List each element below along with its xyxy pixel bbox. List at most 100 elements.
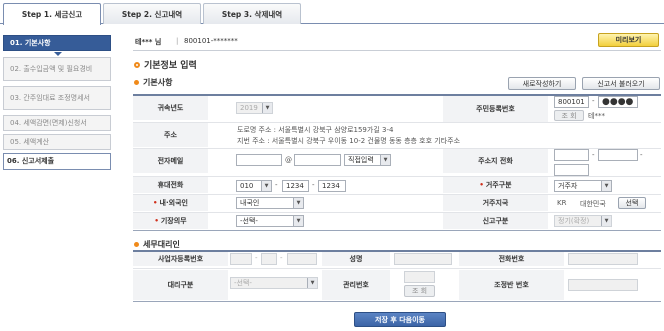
bookkeeping-select[interactable]: -선택- ▼ [236, 215, 304, 227]
country-select-button[interactable]: 선택 [618, 197, 646, 209]
chevron-down-icon: ▼ [293, 198, 303, 208]
home-phone-1-input[interactable] [554, 149, 589, 161]
agent-section-text: 세무대리인 [143, 240, 180, 249]
section-bottom-line [133, 301, 661, 302]
rrn-front-value: 800101 [558, 98, 585, 106]
chevron-down-icon: ▼ [601, 216, 611, 226]
tab-step1[interactable]: Step 1. 세금신고 [3, 3, 101, 25]
agent-type-select[interactable]: -선택- ▼ [230, 277, 318, 289]
basic-section-title: 기본사항 [134, 77, 172, 88]
row-divider [133, 268, 661, 269]
report-type-select[interactable]: 정기(확정) ▼ [554, 215, 612, 227]
tab-step2[interactable]: Step 2. 신고내역 [103, 3, 201, 24]
tab-bar: Step 1. 세금신고 Step 2. 신고내역 Step 3. 삭제내역 [0, 0, 664, 25]
country-select-label: 선택 [625, 199, 639, 207]
tab-step3[interactable]: Step 3. 삭제내역 [203, 3, 301, 24]
home-phone-dash: - [592, 151, 595, 159]
agent-name-label: 성명 [322, 252, 390, 266]
required-marker: • [153, 199, 158, 207]
home-phone-2-input[interactable] [598, 149, 638, 161]
agent-mgmt-input[interactable] [404, 271, 435, 283]
chevron-down-icon: ▼ [293, 216, 303, 226]
mobile-middle-input[interactable]: 1234 [282, 180, 309, 192]
mobile-last-value: 1234 [322, 182, 340, 190]
residence-label: • 거주구분 [443, 177, 548, 193]
agent-bizno-3-input[interactable] [287, 253, 317, 265]
home-phone-3-input[interactable] [554, 164, 589, 176]
agent-mgmt-lookup-button[interactable]: 조 회 [404, 285, 435, 297]
chevron-down-icon: ▼ [380, 155, 390, 165]
country-label: 거주지국 [443, 195, 548, 211]
load-return-button[interactable]: 신고서 불러오기 [582, 77, 660, 90]
rrn-front-input[interactable]: 800101 [554, 96, 589, 108]
address-label: 주소 [133, 123, 208, 147]
agent-bizno-label: 사업자등록번호 [133, 252, 228, 266]
mobile-prefix-select[interactable]: 010 ▼ [236, 180, 272, 192]
nationality-select[interactable]: 내국인 ▼ [236, 197, 304, 209]
new-write-button[interactable]: 새로작성하기 [508, 77, 576, 90]
row-divider [133, 122, 661, 123]
user-id: 800101-******* [184, 37, 238, 45]
user-name: 테*** 님 [135, 38, 162, 46]
email-domain-input[interactable] [294, 154, 341, 166]
sidebar-item-basic[interactable]: 01. 기본사항 [3, 35, 111, 51]
load-return-label: 신고서 불러오기 [597, 79, 645, 88]
save-next-button[interactable]: 저장 후 다음이동 [354, 312, 446, 327]
agent-bizno-1-input[interactable] [230, 253, 252, 265]
mobile-dash: - [312, 181, 315, 189]
email-domain-select[interactable]: 직접입력 ▼ [344, 154, 391, 166]
email-domain-value: 직접입력 [348, 156, 374, 164]
basic-section-text: 기본사항 [143, 78, 173, 87]
agent-adj-input[interactable] [568, 279, 638, 291]
agent-bizno-dash: - [255, 254, 258, 262]
title-bullet-icon [134, 61, 140, 68]
header-divider: | [176, 37, 179, 45]
page-title-text: 기본정보 입력 [144, 61, 197, 71]
rrn-name: 테*** [588, 112, 605, 120]
chevron-down-icon: ▼ [307, 278, 317, 288]
preview-button[interactable]: 미리보기 [598, 33, 659, 47]
sidebar-item-reduction[interactable]: 04. 세액감면(면제)신청서 [3, 115, 111, 131]
rrn-back-input[interactable]: ●●●● [598, 96, 638, 108]
chevron-down-icon: ▼ [262, 103, 272, 113]
email-at: @ [285, 156, 292, 164]
section-bullet-icon [134, 242, 139, 247]
agent-phone-input[interactable] [568, 253, 638, 265]
sidebar-item-rent[interactable]: 03. 간주임대료 조정명세서 [3, 86, 111, 110]
rrn-label: 주민등록번호 [443, 96, 548, 122]
bookkeeping-label-text: 기장의무 [160, 217, 187, 225]
rrn-dash: - [592, 97, 595, 105]
agent-bizno-2-input[interactable] [261, 253, 277, 265]
email-label: 전자메일 [133, 149, 208, 173]
agent-phone-label: 전화번호 [459, 252, 564, 266]
sidebar-item-tax[interactable]: 05. 세액계산 [3, 134, 111, 150]
agent-mgmt-lookup-label: 조 회 [411, 287, 428, 295]
nationality-label-text: 내·외국인 [159, 199, 188, 207]
report-type-label: 신고구분 [443, 213, 548, 229]
residence-select[interactable]: 거주자 ▼ [554, 180, 612, 192]
sidebar-item-submit[interactable]: 06. 신고서제출 [3, 153, 111, 170]
email-id-input[interactable] [236, 154, 282, 166]
nationality-value: 내국인 [240, 199, 260, 207]
sidebar-item-income[interactable]: 02. 출수입금액 및 필요경비 [3, 57, 111, 81]
agent-type-value: -선택- [234, 279, 252, 287]
header-divider-line [133, 50, 661, 51]
save-next-label: 저장 후 다음이동 [375, 315, 425, 324]
year-select[interactable]: 2019 ▼ [236, 102, 273, 114]
residence-value: 거주자 [558, 182, 578, 190]
country-code: KR [557, 199, 567, 207]
new-write-label: 새로작성하기 [522, 79, 562, 88]
rrn-lookup-button[interactable]: 조 회 [554, 110, 584, 121]
agent-bizno-dash: - [280, 254, 283, 262]
year-value: 2019 [240, 104, 258, 112]
agent-section-title: 세무대리인 [134, 239, 180, 250]
chevron-down-icon: ▼ [261, 181, 271, 191]
page-title: 기본정보 입력 [134, 58, 197, 71]
mobile-last-input[interactable]: 1234 [318, 180, 346, 192]
report-type-value: 정기(확정) [558, 217, 590, 225]
agent-name-input[interactable] [394, 253, 452, 265]
bookkeeping-label: • 기장의무 [133, 213, 208, 229]
mobile-label: 휴대전화 [133, 177, 208, 193]
agent-mgmt-label: 관리번호 [322, 270, 390, 300]
mobile-dash: - [275, 181, 278, 189]
